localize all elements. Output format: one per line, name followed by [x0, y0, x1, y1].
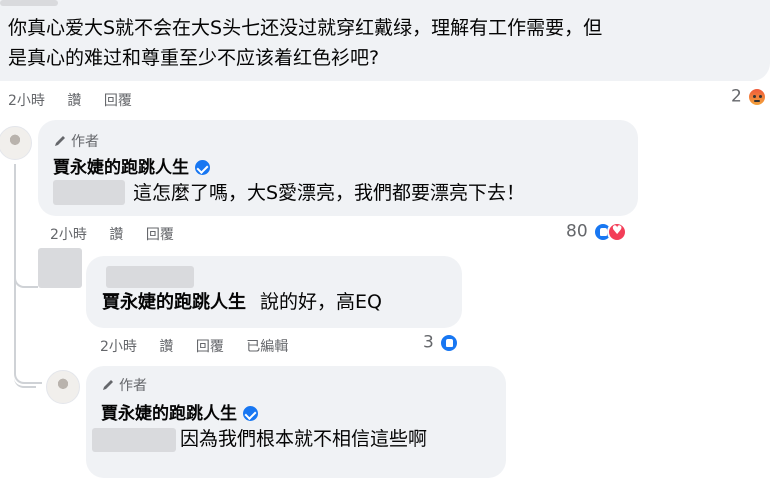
thread-elbow [14, 270, 38, 288]
like-reaction-icon [438, 332, 459, 353]
author-avatar[interactable] [46, 370, 80, 404]
author-tag-label: 作者 [119, 378, 147, 394]
love-reaction-icon [606, 221, 627, 242]
comment-time[interactable]: 2小時 [8, 93, 45, 109]
reply-button[interactable]: 回覆 [196, 339, 224, 355]
pencil-icon [55, 136, 65, 146]
mentioned-name[interactable]: 賈永婕的跑跳人生 [102, 292, 246, 313]
author-tag: 作者 [53, 131, 99, 151]
reply-reactions[interactable]: 3 [423, 332, 459, 353]
author-name[interactable]: 賈永婕的跑跳人生 [101, 399, 258, 424]
reply-meta: 2小時 讚 回覆 [50, 224, 174, 244]
reply-meta: 2小時 讚 回覆 已編輯 [100, 336, 288, 356]
comment-text-line-1: 你真心爱大S就不会在大S头七还没过就穿红戴绿，理解有工作需要，但 [8, 17, 603, 39]
comment-meta: 2小時 讚 回覆 [8, 90, 132, 110]
thread-line [14, 270, 16, 368]
like-button[interactable]: 讚 [159, 339, 173, 355]
like-button[interactable]: 讚 [109, 227, 123, 243]
edited-label: 已編輯 [246, 339, 289, 355]
blurred-commenter-name [106, 266, 194, 288]
reply-time[interactable]: 2小時 [50, 227, 87, 243]
reply-button[interactable]: 回覆 [146, 227, 174, 243]
blurred-mention [53, 180, 125, 205]
reaction-count: 80 [566, 221, 588, 242]
reply-text: 因為我們根本就不相信這些啊 [180, 428, 428, 450]
verified-badge-icon [243, 406, 258, 421]
thread-elbow [14, 366, 42, 384]
comment-reactions[interactable]: 2 [731, 86, 767, 107]
reply-time[interactable]: 2小時 [100, 339, 137, 355]
thread-line [14, 164, 16, 278]
like-button[interactable]: 讚 [67, 93, 81, 109]
reaction-count: 3 [423, 332, 434, 353]
reaction-count: 2 [731, 86, 742, 107]
author-name-text: 賈永婕的跑跳人生 [53, 158, 189, 178]
author-tag-label: 作者 [71, 134, 99, 150]
reply-text: 賈永婕的跑跳人生 說的好，高EQ [102, 287, 382, 318]
pencil-icon [103, 380, 113, 390]
verified-badge-icon [195, 160, 210, 175]
blurred-mention [92, 428, 176, 452]
blurred-commenter-name [0, 0, 58, 6]
reply-reactions[interactable]: 80 [566, 221, 627, 242]
reply-text-body: 說的好，高EQ [260, 291, 383, 313]
author-tag: 作者 [101, 375, 147, 395]
blurred-avatar [38, 248, 82, 288]
reply-text: 這怎麼了嗎，大S愛漂亮，我們都要漂亮下去！ [133, 182, 526, 204]
comment-text-line-2: 是真心的难过和尊重至少不应该着红色衫吧? [8, 47, 380, 69]
author-name[interactable]: 賈永婕的跑跳人生 [53, 153, 210, 178]
reply-button[interactable]: 回覆 [104, 93, 132, 109]
author-name-text: 賈永婕的跑跳人生 [101, 404, 237, 424]
angry-reaction-icon [746, 86, 767, 107]
author-avatar[interactable] [0, 126, 32, 160]
